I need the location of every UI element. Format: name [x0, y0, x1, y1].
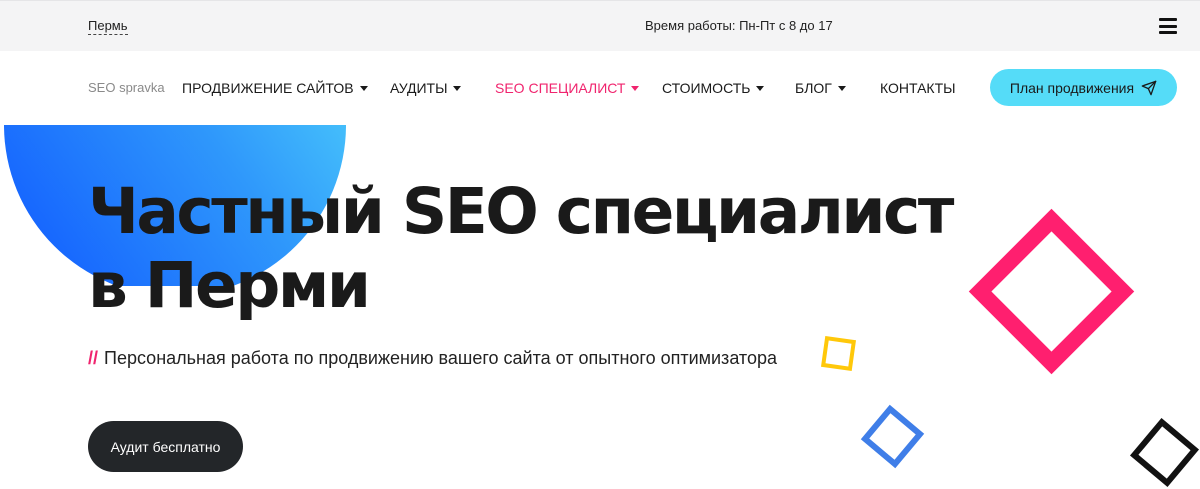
nav-item-label: БЛОГ — [795, 80, 832, 96]
pink-square-decoration — [968, 208, 1135, 375]
nav-item-label: КОНТАКТЫ — [880, 80, 956, 96]
site-logo[interactable]: SEO spravka — [88, 80, 165, 96]
nav-item-audits[interactable]: АУДИТЫ — [390, 79, 462, 97]
nav-item-label: АУДИТЫ — [390, 80, 448, 96]
caret-down-icon — [631, 85, 640, 91]
hero-subtitle: //Персональная работа по продвижению ваш… — [88, 347, 777, 369]
hero-title: Частный SEO специалист в Перми — [88, 175, 954, 323]
hamburger-menu-icon[interactable] — [1159, 18, 1177, 34]
nav-item-contacts[interactable]: КОНТАКТЫ — [880, 79, 956, 97]
black-square-decoration — [1129, 417, 1200, 488]
caret-down-icon — [453, 85, 462, 91]
nav-item-pricing[interactable]: СТОИМОСТЬ — [662, 79, 765, 97]
nav-item-label: ПРОДВИЖЕНИЕ САЙТОВ — [182, 80, 354, 96]
nav-item-seo-specialist[interactable]: SEO СПЕЦИАЛИСТ — [495, 79, 640, 97]
nav-item-blog[interactable]: БЛОГ — [795, 79, 846, 97]
main-navigation: SEO spravka ПРОДВИЖЕНИЕ САЙТОВ АУДИТЫ SE… — [0, 50, 1200, 125]
nav-item-site-promotion[interactable]: ПРОДВИЖЕНИЕ САЙТОВ — [182, 79, 368, 97]
nav-item-label: СТОИМОСТЬ — [662, 80, 751, 96]
hero-title-line-2: в Перми — [88, 249, 371, 322]
nav-item-label: SEO СПЕЦИАЛИСТ — [495, 80, 626, 96]
subtitle-slashes: // — [88, 348, 99, 368]
top-bar: Пермь Время работы: Пн-Пт с 8 до 17 — [0, 0, 1200, 51]
blue-square-decoration — [860, 404, 925, 469]
hero-title-line-1: Частный SEO специалист — [88, 175, 954, 248]
caret-down-icon — [837, 85, 846, 91]
caret-down-icon — [359, 85, 368, 91]
free-audit-label: Аудит бесплатно — [110, 438, 221, 455]
yellow-square-decoration — [820, 335, 857, 372]
free-audit-button[interactable]: Аудит бесплатно — [88, 421, 243, 472]
promotion-plan-label: План продвижения — [1009, 79, 1135, 96]
promotion-plan-button[interactable]: План продвижения — [990, 69, 1177, 106]
caret-down-icon — [756, 85, 765, 91]
city-selector[interactable]: Пермь — [88, 18, 128, 35]
working-hours: Время работы: Пн-Пт с 8 до 17 — [645, 18, 833, 33]
hero-subtitle-text: Персональная работа по продвижению вашег… — [104, 348, 778, 368]
paper-plane-icon — [1141, 80, 1157, 95]
